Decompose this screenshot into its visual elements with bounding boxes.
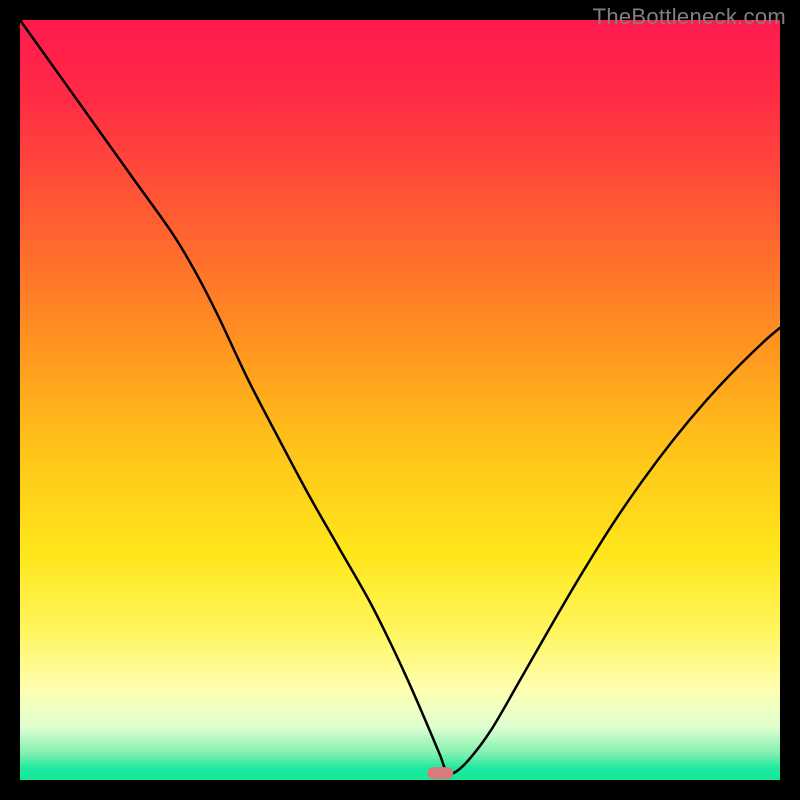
watermark-label: TheBottleneck.com bbox=[593, 4, 786, 30]
optimal-marker bbox=[427, 767, 453, 779]
plot-area bbox=[20, 20, 780, 780]
chart-frame: TheBottleneck.com bbox=[0, 0, 800, 800]
chart-svg bbox=[20, 20, 780, 780]
